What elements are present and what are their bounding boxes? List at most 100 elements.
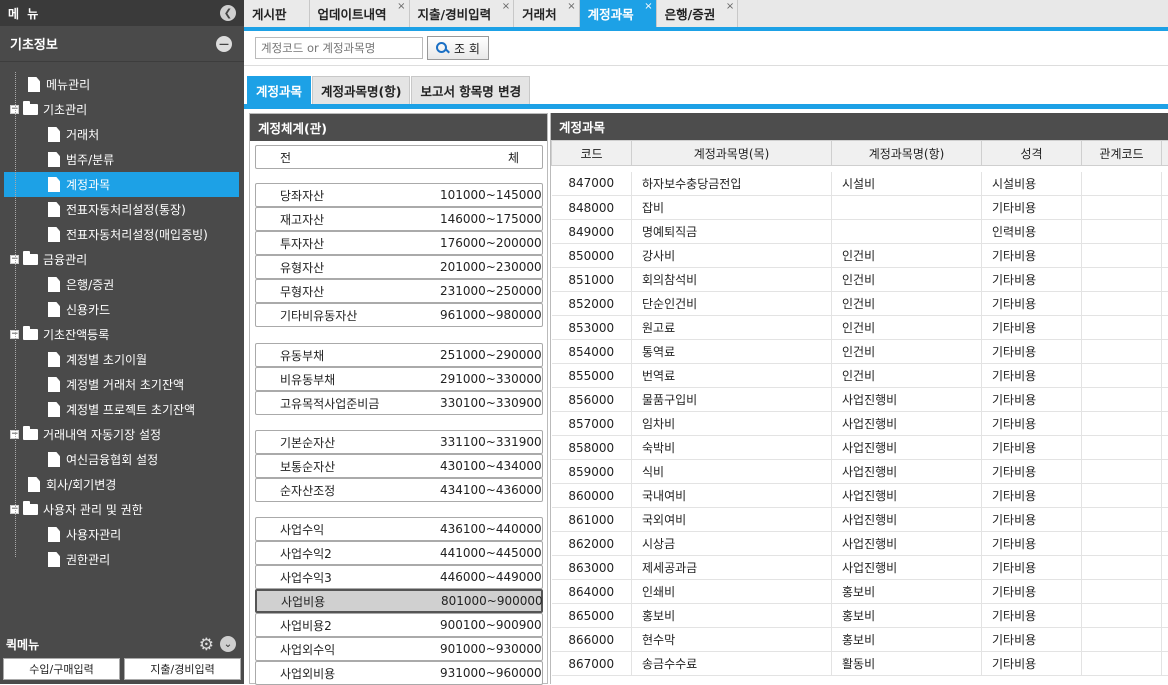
table-row[interactable]: 861000국외여비사업진행비기타비용	[552, 508, 1168, 532]
tree-item-account-carryover[interactable]: 계정별 초기이월	[48, 347, 147, 372]
collapse-sidebar-icon[interactable]: ❮	[220, 5, 236, 21]
tree-item-finance-manage[interactable]: −금융관리	[10, 247, 87, 272]
table-row[interactable]: 865000홍보비홍보비기타비용	[552, 604, 1168, 628]
group-button[interactable]: 기본순자산331100~331900	[255, 430, 543, 454]
cell-relation-code	[1082, 172, 1162, 196]
table-row[interactable]: 863000제세공과금사업진행비기타비용	[552, 556, 1168, 580]
tree-item-menu-manage[interactable]: 메뉴관리	[28, 72, 90, 97]
tree-item-auto-bookkeeping[interactable]: −거래내역 자동기장 설정	[10, 422, 161, 447]
table-row[interactable]: 848000잡비기타비용	[552, 196, 1168, 220]
quick-button-income[interactable]: 수입/구매입력	[3, 658, 120, 680]
column-header-category-name[interactable]: 계정과목명(항)	[832, 141, 982, 166]
tree-item-auto-slip-purchase[interactable]: 전표자동처리설정(매입증빙)	[48, 222, 208, 247]
gear-icon[interactable]: ⚙	[199, 635, 214, 655]
close-tab-icon[interactable]: ×	[726, 1, 734, 12]
group-range: 900100~900900	[440, 618, 542, 632]
table-row[interactable]: 850000강사비인건비기타비용	[552, 244, 1168, 268]
group-button[interactable]: 재고자산146000~175000	[255, 207, 543, 231]
table-row[interactable]: 858000숙박비사업진행비기타비용	[552, 436, 1168, 460]
close-tab-icon[interactable]: ×	[397, 1, 405, 12]
tab-account[interactable]: 계정과목×	[580, 0, 657, 27]
tab-board[interactable]: 게시판	[244, 0, 310, 27]
search-button[interactable]: 조 회	[427, 36, 489, 60]
group-button[interactable]: 사업비용801000~900000	[255, 589, 543, 613]
cell-relation-code	[1082, 196, 1162, 220]
tree-item-opening-balance[interactable]: −기초잔액등록	[10, 322, 109, 347]
table-row[interactable]: 857000임차비사업진행비기타비용	[552, 412, 1168, 436]
group-button[interactable]: 사업외수익901000~930000	[255, 637, 543, 661]
group-button[interactable]: 비유동부채291000~330000	[255, 367, 543, 391]
close-tab-icon[interactable]: ×	[502, 1, 510, 12]
group-button[interactable]: 사업비용2900100~900900	[255, 613, 543, 637]
tab-update-history[interactable]: 업데이트내역×	[310, 0, 410, 27]
cell-category-name: 사업진행비	[832, 436, 982, 460]
section-header[interactable]: 기초정보 —	[0, 26, 244, 62]
table-row[interactable]: 864000인쇄비홍보비기타비용	[552, 580, 1168, 604]
tree-item-credit-card[interactable]: 신용카드	[48, 297, 110, 322]
group-button[interactable]: 사업외비용931000~960000	[255, 661, 543, 685]
group-range: 201000~230000	[440, 260, 542, 274]
tree-item-account-project-balance[interactable]: 계정별 프로젝트 초기잔액	[48, 397, 195, 422]
group-button[interactable]: 사업수익2441000~445000	[255, 541, 543, 565]
close-tab-icon[interactable]: ×	[644, 1, 652, 12]
tree-item-card-assoc-setting[interactable]: 여신금융협회 설정	[48, 447, 158, 472]
cell-category-name: 인건비	[832, 268, 982, 292]
table-row[interactable]: 854000통역료인건비기타비용	[552, 340, 1168, 364]
close-tab-icon[interactable]: ×	[567, 1, 575, 12]
cell-code: 867000	[552, 652, 632, 676]
group-button[interactable]: 고유목적사업준비금330100~330900	[255, 391, 543, 415]
folder-icon	[23, 504, 38, 515]
group-range: 146000~175000	[440, 212, 542, 226]
group-all-button[interactable]: 전 체	[255, 145, 543, 169]
quick-button-expense[interactable]: 지출/경비입력	[124, 658, 241, 680]
tree-item-client[interactable]: 거래처	[48, 122, 99, 147]
group-button[interactable]: 유형자산201000~230000	[255, 255, 543, 279]
cell-filler	[1162, 484, 1168, 508]
table-row[interactable]: 856000물품구입비사업진행비기타비용	[552, 388, 1168, 412]
table-row[interactable]: 849000명예퇴직금인력비용	[552, 220, 1168, 244]
table-row[interactable]: 853000원고료인건비기타비용	[552, 316, 1168, 340]
group-button[interactable]: 무형자산231000~250000	[255, 279, 543, 303]
tree-item-user-manage[interactable]: 사용자관리	[48, 522, 121, 547]
subtab-account-item[interactable]: 계정과목명(항)	[312, 76, 410, 104]
table-row[interactable]: 852000단순인건비인건비기타비용	[552, 292, 1168, 316]
table-row[interactable]: 867000송금수수료활동비기타비용	[552, 652, 1168, 676]
table-row[interactable]: 851000회의참석비인건비기타비용	[552, 268, 1168, 292]
table-row[interactable]: 862000시상금사업진행비기타비용	[552, 532, 1168, 556]
search-input[interactable]	[255, 37, 423, 59]
subtab-account[interactable]: 계정과목	[247, 76, 311, 104]
group-button[interactable]: 사업수익3446000~449000	[255, 565, 543, 589]
tree-item-auto-slip-bank[interactable]: 전표자동처리설정(통장)	[48, 197, 186, 222]
group-button[interactable]: 투자자산176000~200000	[255, 231, 543, 255]
table-row[interactable]: 860000국내여비사업진행비기타비용	[552, 484, 1168, 508]
column-header-item-name[interactable]: 계정과목명(목)	[632, 141, 832, 166]
tab-client[interactable]: 거래처×	[514, 0, 580, 27]
group-button[interactable]: 당좌자산101000~145000	[255, 183, 543, 207]
tree-item-category[interactable]: 범주/분류	[48, 147, 114, 172]
tree-item-user-permission[interactable]: −사용자 관리 및 권한	[10, 497, 143, 522]
tree-item-account[interactable]: 계정과목	[4, 172, 239, 197]
minus-icon[interactable]: —	[216, 36, 232, 52]
table-row[interactable]: 866000현수막홍보비기타비용	[552, 628, 1168, 652]
column-header-nature[interactable]: 성격	[982, 141, 1082, 166]
tree-item-account-client-balance[interactable]: 계정별 거래처 초기잔액	[48, 372, 184, 397]
tree-item-company-period-change[interactable]: 회사/회기변경	[28, 472, 116, 497]
tree-item-base-manage[interactable]: −기초관리	[10, 97, 87, 122]
group-button[interactable]: 사업수익436100~440000	[255, 517, 543, 541]
subtab-report-rename[interactable]: 보고서 항목명 변경	[411, 76, 530, 104]
column-header-relation-code[interactable]: 관계코드	[1082, 141, 1162, 166]
group-button[interactable]: 유동부채251000~290000	[255, 343, 543, 367]
table-row[interactable]: 847000하자보수충당금전입시설비시설비용	[552, 172, 1168, 196]
column-header-code[interactable]: 코드	[552, 141, 632, 166]
account-list-title: 계정과목	[551, 113, 1168, 140]
chevron-down-icon[interactable]: ⌄	[220, 636, 236, 652]
table-row[interactable]: 855000번역료인건비기타비용	[552, 364, 1168, 388]
group-button[interactable]: 순자산조정434100~436000	[255, 478, 543, 502]
tree-item-bank-securities[interactable]: 은행/증권	[48, 272, 114, 297]
group-button[interactable]: 보통순자산430100~434000	[255, 454, 543, 478]
tab-expense-entry[interactable]: 지출/경비입력×	[410, 0, 515, 27]
group-button[interactable]: 기타비유동자산961000~980000	[255, 303, 543, 327]
table-row[interactable]: 859000식비사업진행비기타비용	[552, 460, 1168, 484]
tab-bank-securities[interactable]: 은행/증권×	[657, 0, 739, 27]
tree-item-permission-manage[interactable]: 권한관리	[48, 547, 110, 572]
